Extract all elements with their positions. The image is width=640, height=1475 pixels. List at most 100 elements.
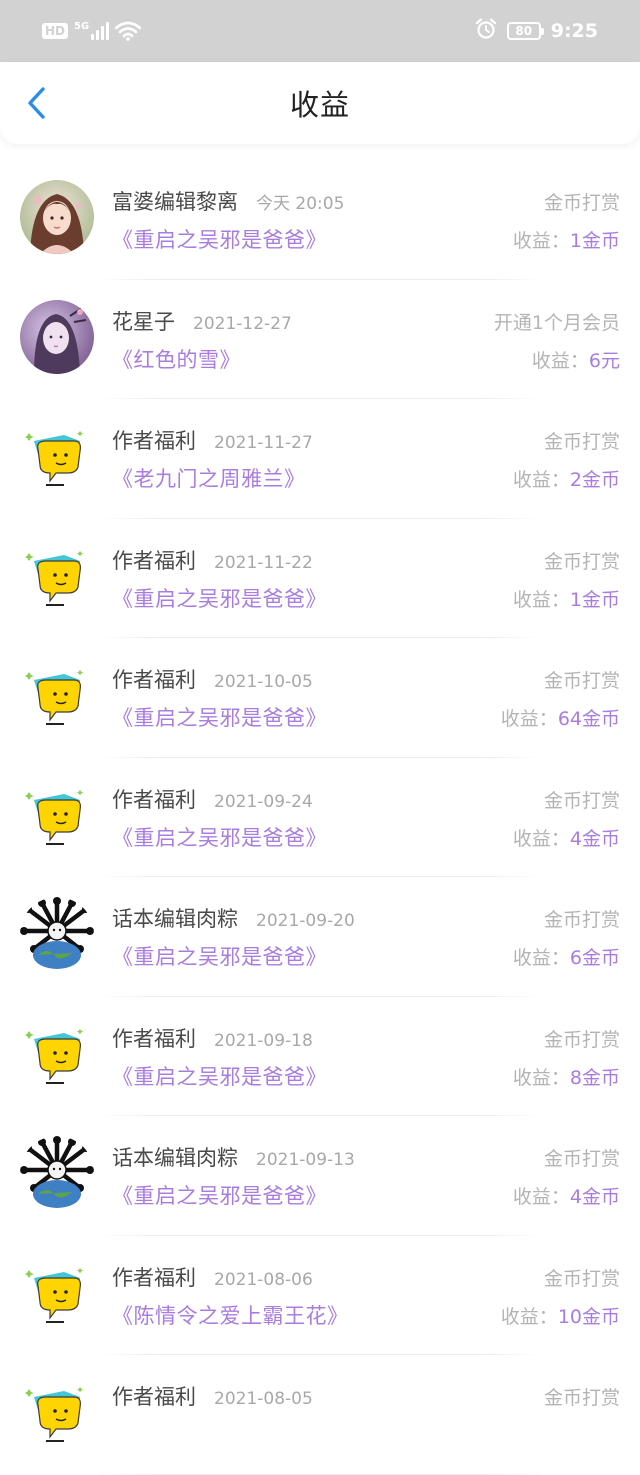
earning-type: 金币打赏 bbox=[543, 1028, 620, 1051]
earning-type: 金币打赏 bbox=[543, 789, 620, 812]
book-title-link[interactable]: 《重启之吴邪是爸爸》 bbox=[112, 583, 327, 613]
earning-value: 64金币 bbox=[557, 708, 620, 730]
earning-value: 10金币 bbox=[557, 1305, 620, 1328]
book-title-link[interactable]: 《老九门之周雅兰》 bbox=[112, 463, 306, 493]
sender-name: 作者福利 bbox=[112, 548, 196, 573]
row-content: 作者福利 2021-08-05 金币打赏 bbox=[112, 1381, 620, 1455]
row-content: 话本编辑肉粽 2021-09-13 金币打赏 《重启之吴邪是爸爸》 收益：4金币 bbox=[112, 1142, 620, 1216]
row-line-bottom: 《重启之吴邪是爸爸》 收益：1金币 bbox=[112, 583, 620, 619]
earning-amount: 收益：64金币 bbox=[501, 704, 620, 731]
earnings-list: 富婆编辑黎离 今天 20:05 金币打赏 《重启之吴邪是爸爸》 收益：1金币 花… bbox=[0, 160, 640, 1475]
book-title-link[interactable]: 《红色的雪》 bbox=[112, 344, 241, 374]
row-divider bbox=[96, 1473, 544, 1475]
yellow-chat-bubble-avatar bbox=[20, 658, 94, 732]
network-type: 5G bbox=[74, 20, 90, 32]
earning-amount: 收益：8金币 bbox=[513, 1063, 620, 1090]
earning-amount: 收益：2金币 bbox=[513, 465, 620, 492]
earning-amount: 收益：6金币 bbox=[513, 943, 620, 970]
battery-level: 80 bbox=[515, 24, 533, 38]
earning-date: 2021-08-06 bbox=[214, 1269, 313, 1290]
book-title-link[interactable]: 《重启之吴邪是爸爸》 bbox=[112, 224, 327, 254]
row-content: 作者福利 2021-11-27 金币打赏 《老九门之周雅兰》 收益：2金币 bbox=[112, 425, 620, 499]
yellow-chat-bubble-avatar bbox=[20, 1375, 94, 1449]
row-content: 作者福利 2021-09-18 金币打赏 《重启之吴邪是爸爸》 收益：8金币 bbox=[112, 1023, 620, 1097]
earning-row[interactable]: 作者福利 2021-09-24 金币打赏 《重启之吴邪是爸爸》 收益：4金币 bbox=[0, 758, 640, 877]
earning-row[interactable]: 作者福利 2021-11-22 金币打赏 《重启之吴邪是爸爸》 收益：1金币 bbox=[0, 519, 640, 638]
earning-label: 收益： bbox=[512, 230, 570, 252]
row-line-top: 作者福利 2021-11-27 金币打赏 bbox=[112, 425, 620, 457]
row-line-bottom: 《重启之吴邪是爸爸》 收益：6金币 bbox=[112, 941, 620, 977]
yellow-chat-bubble-avatar bbox=[20, 1255, 94, 1330]
sender-name: 作者福利 bbox=[112, 787, 196, 812]
sender-name: 作者福利 bbox=[112, 1385, 196, 1409]
sender-name: 作者福利 bbox=[112, 668, 196, 692]
row-content: 花星子 2021-12-27 开通1个月会员 《红色的雪》 收益：6元 bbox=[112, 306, 620, 380]
row-line-bottom bbox=[112, 1419, 620, 1455]
earning-row[interactable]: 话本编辑肉粽 2021-09-20 金币打赏 《重启之吴邪是爸爸》 收益：6金币 bbox=[0, 877, 640, 997]
sender-name: 作者福利 bbox=[112, 429, 196, 453]
row-line-top: 花星子 2021-12-27 开通1个月会员 bbox=[112, 306, 620, 338]
earning-type: 金币打赏 bbox=[543, 192, 620, 214]
row-content: 作者福利 2021-08-06 金币打赏 《陈情令之爱上霸王花》 收益：10金币 bbox=[112, 1262, 620, 1336]
row-line-top: 作者福利 2021-08-06 金币打赏 bbox=[112, 1262, 620, 1294]
status-time: 9:25 bbox=[550, 20, 598, 42]
earning-label: 收益： bbox=[500, 1305, 558, 1328]
earning-type: 金币打赏 bbox=[543, 550, 620, 573]
earning-row[interactable]: 作者福利 2021-09-18 金币打赏 《重启之吴邪是爸爸》 收益：8金币 bbox=[0, 997, 640, 1116]
earning-date: 2021-08-05 bbox=[214, 1389, 313, 1409]
earning-date: 2021-12-27 bbox=[193, 313, 292, 334]
row-content: 作者福利 2021-11-22 金币打赏 《重启之吴邪是爸爸》 收益：1金币 bbox=[112, 545, 620, 619]
chevron-left-icon bbox=[28, 87, 45, 119]
yellow-chat-bubble-avatar bbox=[20, 419, 94, 493]
book-title-link[interactable]: 《重启之吴邪是爸爸》 bbox=[112, 941, 327, 971]
back-button[interactable] bbox=[20, 86, 54, 120]
earning-amount: 收益：10金币 bbox=[501, 1302, 620, 1329]
app-header: 收益 bbox=[0, 62, 640, 144]
row-line-bottom: 《老九门之周雅兰》 收益：2金币 bbox=[112, 463, 620, 499]
earning-amount: 收益：1金币 bbox=[513, 585, 620, 612]
row-line-bottom: 《重启之吴邪是爸爸》 收益：4金币 bbox=[112, 822, 620, 858]
row-line-bottom: 《陈情令之爱上霸王花》 收益：10金币 bbox=[112, 1300, 620, 1336]
row-line-bottom: 《重启之吴邪是爸爸》 收益：8金币 bbox=[112, 1061, 620, 1097]
earning-row[interactable]: 作者福利 2021-10-05 金币打赏 《重启之吴邪是爸爸》 收益：64金币 bbox=[0, 638, 640, 758]
earning-label: 收益： bbox=[512, 469, 570, 491]
earning-row[interactable]: 作者福利 2021-11-27 金币打赏 《老九门之周雅兰》 收益：2金币 bbox=[0, 399, 640, 519]
earning-type: 金币打赏 bbox=[543, 431, 620, 453]
book-title-link[interactable]: 《重启之吴邪是爸爸》 bbox=[112, 1180, 327, 1210]
book-title-link[interactable]: 《陈情令之爱上霸王花》 bbox=[112, 1300, 349, 1330]
earning-date: 2021-09-18 bbox=[214, 1030, 313, 1051]
book-title-link[interactable]: 《重启之吴邪是爸爸》 bbox=[112, 822, 327, 852]
book-title-link[interactable]: 《重启之吴邪是爸爸》 bbox=[112, 702, 327, 732]
row-content: 富婆编辑黎离 今天 20:05 金币打赏 《重启之吴邪是爸爸》 收益：1金币 bbox=[112, 186, 620, 260]
sender-name: 话本编辑肉粽 bbox=[112, 907, 238, 931]
purple-portrait-avatar bbox=[20, 299, 94, 374]
sender-name: 富婆编辑黎离 bbox=[112, 190, 238, 214]
earning-date: 2021-09-13 bbox=[256, 1150, 355, 1170]
earning-row[interactable]: 花星子 2021-12-27 开通1个月会员 《红色的雪》 收益：6元 bbox=[0, 280, 640, 399]
earning-amount: 收益：4金币 bbox=[513, 824, 620, 851]
earning-row[interactable]: 话本编辑肉粽 2021-09-13 金币打赏 《重启之吴邪是爸爸》 收益：4金币 bbox=[0, 1116, 640, 1236]
earning-amount: 收益：1金币 bbox=[513, 226, 620, 253]
earning-row[interactable]: 富婆编辑黎离 今天 20:05 金币打赏 《重启之吴邪是爸爸》 收益：1金币 bbox=[0, 160, 640, 280]
earning-amount: 收益：4金币 bbox=[513, 1182, 620, 1209]
earning-date: 2021-09-24 bbox=[214, 791, 313, 812]
row-line-top: 作者福利 2021-11-22 金币打赏 bbox=[112, 545, 620, 577]
earning-date: 2021-09-20 bbox=[256, 911, 355, 931]
row-line-top: 作者福利 2021-08-05 金币打赏 bbox=[112, 1381, 620, 1413]
row-line-bottom: 《重启之吴邪是爸爸》 收益：1金币 bbox=[112, 224, 620, 260]
earning-label: 收益： bbox=[531, 349, 589, 372]
earning-value: 1金币 bbox=[569, 230, 620, 252]
earning-value: 6元 bbox=[588, 349, 620, 372]
yellow-chat-bubble-avatar bbox=[20, 777, 94, 852]
earning-date: 2021-11-22 bbox=[214, 552, 313, 573]
earning-row[interactable]: 作者福利 2021-08-06 金币打赏 《陈情令之爱上霸王花》 收益：10金币 bbox=[0, 1236, 640, 1355]
earning-date: 今天 20:05 bbox=[256, 194, 345, 214]
row-content: 作者福利 2021-09-24 金币打赏 《重启之吴邪是爸爸》 收益：4金币 bbox=[112, 784, 620, 858]
book-title-link[interactable]: 《重启之吴邪是爸爸》 bbox=[112, 1061, 327, 1091]
row-line-top: 作者福利 2021-09-24 金币打赏 bbox=[112, 784, 620, 816]
earning-type: 金币打赏 bbox=[543, 909, 620, 931]
earning-date: 2021-11-27 bbox=[214, 433, 313, 453]
earning-label: 收益： bbox=[512, 947, 570, 969]
earning-value: 1金币 bbox=[569, 588, 620, 611]
earning-amount: 收益：6元 bbox=[532, 346, 620, 373]
